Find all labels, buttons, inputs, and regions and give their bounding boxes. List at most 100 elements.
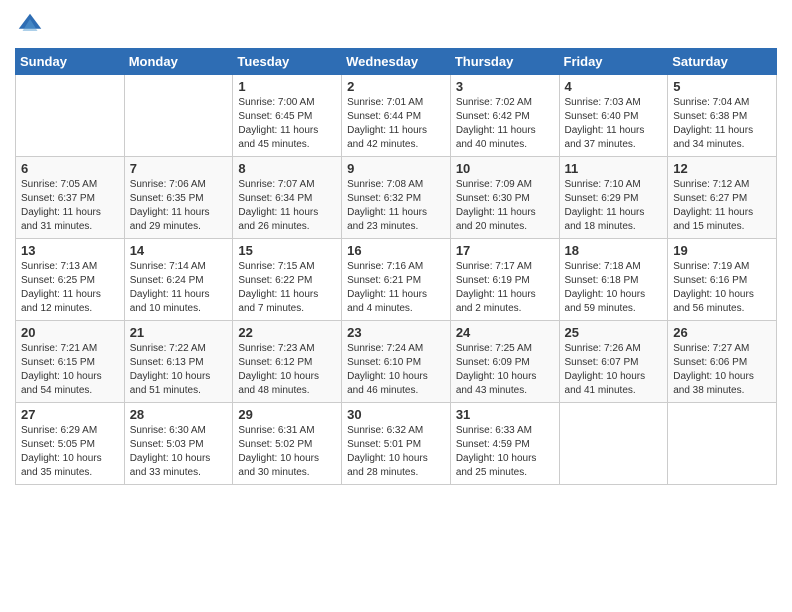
day-number: 31 xyxy=(456,407,554,422)
calendar-cell: 30 Sunrise: 6:32 AM Sunset: 5:01 PM Dayli… xyxy=(342,403,451,485)
day-info: Sunrise: 7:24 AM Sunset: 6:10 PM Dayligh… xyxy=(347,342,445,398)
calendar-cell: 13 Sunrise: 7:13 AM Sunset: 6:25 PM Dayli… xyxy=(16,239,125,321)
calendar-cell: 24Sunrise: 7:25 AM Sunset: 6:09 PM Dayli… xyxy=(450,321,559,403)
calendar-cell: 31Sunrise: 6:33 AM Sunset: 4:59 PM Dayli… xyxy=(450,403,559,485)
calendar-cell: 7 Sunrise: 7:06 AM Sunset: 6:35 PM Daylig… xyxy=(124,157,233,239)
calendar-cell: 17 Sunrise: 7:17 AM Sunset: 6:19 PM Dayli… xyxy=(450,239,559,321)
day-number: 18 xyxy=(565,243,663,258)
calendar-cell xyxy=(668,403,777,485)
calendar-cell xyxy=(16,75,125,157)
calendar-cell: 5Sunrise: 7:04 AM Sunset: 6:38 PM Daylig… xyxy=(668,75,777,157)
day-info: Sunrise: 7:01 AM Sunset: 6:44 PM Dayligh… xyxy=(347,96,445,152)
day-info: Sunrise: 7:13 AM Sunset: 6:25 PM Dayligh… xyxy=(21,260,119,316)
day-info: Sunrise: 7:07 AM Sunset: 6:34 PM Dayligh… xyxy=(238,178,336,234)
day-info: Sunrise: 7:14 AM Sunset: 6:24 PM Dayligh… xyxy=(130,260,228,316)
day-number: 17 xyxy=(456,243,554,258)
day-number: 15 xyxy=(238,243,336,258)
day-info: Sunrise: 7:23 AM Sunset: 6:12 PM Dayligh… xyxy=(238,342,336,398)
calendar-cell: 28 Sunrise: 6:30 AM Sunset: 5:03 PM Dayli… xyxy=(124,403,233,485)
day-info: Sunrise: 7:27 AM Sunset: 6:06 PM Dayligh… xyxy=(673,342,771,398)
day-number: 30 xyxy=(347,407,445,422)
day-info: Sunrise: 6:31 AM Sunset: 5:02 PM Dayligh… xyxy=(238,424,336,480)
day-info: Sunrise: 7:15 AM Sunset: 6:22 PM Dayligh… xyxy=(238,260,336,316)
day-number: 20 xyxy=(21,325,119,340)
day-number: 8 xyxy=(238,161,336,176)
calendar-cell: 9 Sunrise: 7:08 AM Sunset: 6:32 PM Daylig… xyxy=(342,157,451,239)
day-info: Sunrise: 7:09 AM Sunset: 6:30 PM Dayligh… xyxy=(456,178,554,234)
day-info: Sunrise: 6:32 AM Sunset: 5:01 PM Dayligh… xyxy=(347,424,445,480)
day-number: 26 xyxy=(673,325,771,340)
day-info: Sunrise: 7:26 AM Sunset: 6:07 PM Dayligh… xyxy=(565,342,663,398)
day-info: Sunrise: 7:05 AM Sunset: 6:37 PM Dayligh… xyxy=(21,178,119,234)
day-number: 11 xyxy=(565,161,663,176)
weekday-header-tuesday: Tuesday xyxy=(233,49,342,75)
calendar-week-5: 27Sunrise: 6:29 AM Sunset: 5:05 PM Dayli… xyxy=(16,403,777,485)
calendar-week-2: 6Sunrise: 7:05 AM Sunset: 6:37 PM Daylig… xyxy=(16,157,777,239)
day-number: 4 xyxy=(565,79,663,94)
day-info: Sunrise: 7:19 AM Sunset: 6:16 PM Dayligh… xyxy=(673,260,771,316)
page-container: SundayMondayTuesdayWednesdayThursdayFrid… xyxy=(0,0,792,495)
day-number: 21 xyxy=(130,325,228,340)
day-info: Sunrise: 7:03 AM Sunset: 6:40 PM Dayligh… xyxy=(565,96,663,152)
calendar-cell: 16Sunrise: 7:16 AM Sunset: 6:21 PM Dayli… xyxy=(342,239,451,321)
calendar-cell: 18 Sunrise: 7:18 AM Sunset: 6:18 PM Dayli… xyxy=(559,239,668,321)
day-info: Sunrise: 7:18 AM Sunset: 6:18 PM Dayligh… xyxy=(565,260,663,316)
day-number: 28 xyxy=(130,407,228,422)
weekday-header-row: SundayMondayTuesdayWednesdayThursdayFrid… xyxy=(16,49,777,75)
day-number: 19 xyxy=(673,243,771,258)
day-number: 9 xyxy=(347,161,445,176)
weekday-header-friday: Friday xyxy=(559,49,668,75)
day-info: Sunrise: 7:10 AM Sunset: 6:29 PM Dayligh… xyxy=(565,178,663,234)
logo xyxy=(15,10,49,40)
day-number: 14 xyxy=(130,243,228,258)
calendar-cell: 14 Sunrise: 7:14 AM Sunset: 6:24 PM Dayli… xyxy=(124,239,233,321)
day-number: 3 xyxy=(456,79,554,94)
weekday-header-thursday: Thursday xyxy=(450,49,559,75)
day-number: 1 xyxy=(238,79,336,94)
day-number: 29 xyxy=(238,407,336,422)
calendar-cell: 3Sunrise: 7:02 AM Sunset: 6:42 PM Daylig… xyxy=(450,75,559,157)
calendar-cell: 22 Sunrise: 7:23 AM Sunset: 6:12 PM Dayli… xyxy=(233,321,342,403)
day-number: 25 xyxy=(565,325,663,340)
weekday-header-saturday: Saturday xyxy=(668,49,777,75)
day-number: 13 xyxy=(21,243,119,258)
day-info: Sunrise: 7:00 AM Sunset: 6:45 PM Dayligh… xyxy=(238,96,336,152)
day-number: 2 xyxy=(347,79,445,94)
day-info: Sunrise: 7:21 AM Sunset: 6:15 PM Dayligh… xyxy=(21,342,119,398)
day-info: Sunrise: 7:12 AM Sunset: 6:27 PM Dayligh… xyxy=(673,178,771,234)
day-number: 10 xyxy=(456,161,554,176)
logo-icon xyxy=(15,10,45,40)
day-info: Sunrise: 6:30 AM Sunset: 5:03 PM Dayligh… xyxy=(130,424,228,480)
weekday-header-wednesday: Wednesday xyxy=(342,49,451,75)
day-info: Sunrise: 7:17 AM Sunset: 6:19 PM Dayligh… xyxy=(456,260,554,316)
page-header xyxy=(15,10,777,40)
calendar-cell: 19 Sunrise: 7:19 AM Sunset: 6:16 PM Dayli… xyxy=(668,239,777,321)
calendar-cell: 1 Sunrise: 7:00 AM Sunset: 6:45 PM Daylig… xyxy=(233,75,342,157)
calendar-cell: 4 Sunrise: 7:03 AM Sunset: 6:40 PM Daylig… xyxy=(559,75,668,157)
calendar-cell: 2 Sunrise: 7:01 AM Sunset: 6:44 PM Daylig… xyxy=(342,75,451,157)
day-number: 24 xyxy=(456,325,554,340)
calendar-cell: 29 Sunrise: 6:31 AM Sunset: 5:02 PM Dayli… xyxy=(233,403,342,485)
calendar-cell: 11 Sunrise: 7:10 AM Sunset: 6:29 PM Dayli… xyxy=(559,157,668,239)
day-number: 23 xyxy=(347,325,445,340)
day-number: 7 xyxy=(130,161,228,176)
calendar-week-3: 13 Sunrise: 7:13 AM Sunset: 6:25 PM Dayli… xyxy=(16,239,777,321)
day-info: Sunrise: 7:22 AM Sunset: 6:13 PM Dayligh… xyxy=(130,342,228,398)
day-number: 5 xyxy=(673,79,771,94)
calendar-cell: 8 Sunrise: 7:07 AM Sunset: 6:34 PM Daylig… xyxy=(233,157,342,239)
calendar-cell: 21 Sunrise: 7:22 AM Sunset: 6:13 PM Dayli… xyxy=(124,321,233,403)
day-number: 22 xyxy=(238,325,336,340)
day-info: Sunrise: 6:29 AM Sunset: 5:05 PM Dayligh… xyxy=(21,424,119,480)
calendar-cell xyxy=(124,75,233,157)
calendar-cell: 25 Sunrise: 7:26 AM Sunset: 6:07 PM Dayli… xyxy=(559,321,668,403)
calendar-table: SundayMondayTuesdayWednesdayThursdayFrid… xyxy=(15,48,777,485)
day-info: Sunrise: 7:08 AM Sunset: 6:32 PM Dayligh… xyxy=(347,178,445,234)
calendar-cell xyxy=(559,403,668,485)
day-info: Sunrise: 7:06 AM Sunset: 6:35 PM Dayligh… xyxy=(130,178,228,234)
weekday-header-monday: Monday xyxy=(124,49,233,75)
calendar-cell: 12 Sunrise: 7:12 AM Sunset: 6:27 PM Dayli… xyxy=(668,157,777,239)
calendar-week-4: 20 Sunrise: 7:21 AM Sunset: 6:15 PM Dayli… xyxy=(16,321,777,403)
calendar-cell: 6Sunrise: 7:05 AM Sunset: 6:37 PM Daylig… xyxy=(16,157,125,239)
day-number: 16 xyxy=(347,243,445,258)
day-number: 12 xyxy=(673,161,771,176)
